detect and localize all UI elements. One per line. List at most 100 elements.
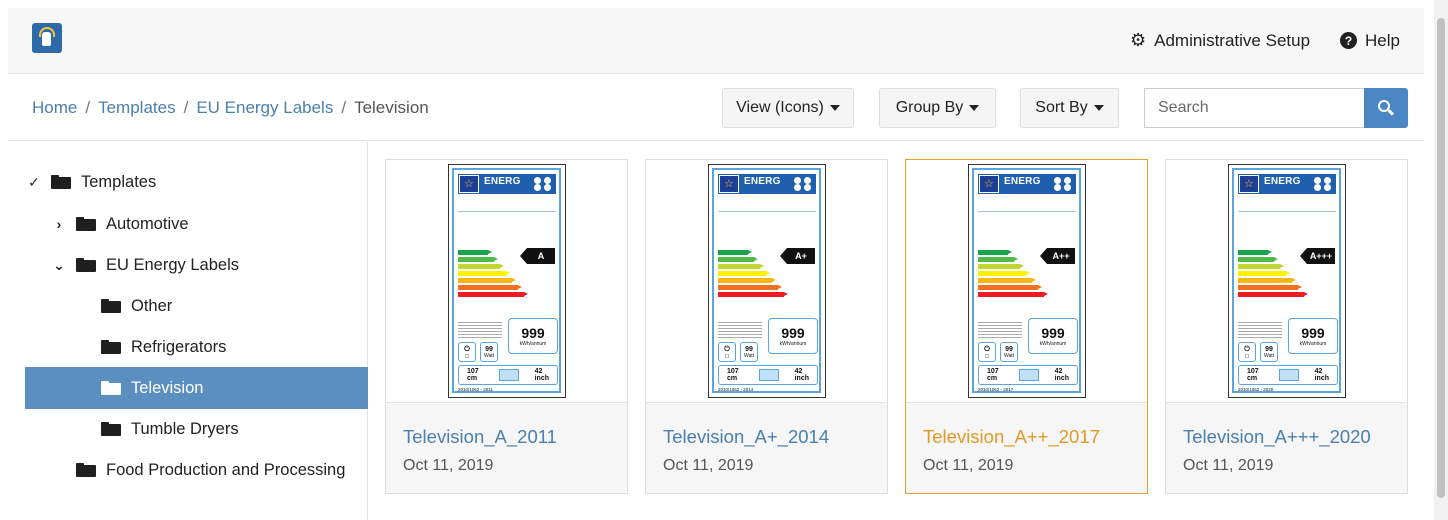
breadcrumb-eu-energy-labels[interactable]: EU Energy Labels — [196, 98, 333, 118]
tv-icon — [1279, 369, 1299, 381]
tree-item-label: Television — [131, 378, 204, 397]
card-title[interactable]: Television_A++_2017 — [923, 426, 1100, 448]
energy-class-arrow — [458, 250, 492, 255]
breadcrumb: Home / Templates / EU Energy Labels / Te… — [32, 98, 429, 118]
card-thumbnail[interactable]: ENERG A+ 999 kWh/annum ⏻☐ 99Watt — [646, 160, 887, 403]
energy-class-arrow — [458, 285, 522, 290]
breadcrumb-templates[interactable]: Templates — [98, 98, 175, 118]
energy-label-image: ENERG A++ 999 kWh/annum ⏻☐ 99Watt — [968, 164, 1086, 398]
energy-class-arrow — [1238, 257, 1278, 262]
tree-item-refrigerators[interactable]: Refrigerators — [25, 326, 368, 368]
tree-item-label: EU Energy Labels — [106, 255, 239, 274]
search-button[interactable] — [1364, 88, 1408, 128]
energy-class-arrow — [718, 285, 782, 290]
chevron-right-icon[interactable]: › — [50, 216, 68, 232]
folder-tree: ✓ Templates › Automotive ⌄ EU Energy Lab… — [8, 142, 368, 520]
energy-class-arrow — [1238, 292, 1308, 297]
card-date: Oct 11, 2019 — [1183, 457, 1274, 474]
scrollbar-thumb[interactable] — [1437, 18, 1445, 498]
folder-icon — [76, 258, 96, 272]
card-thumbnail[interactable]: ENERG A+++ 999 kWh/annum ⏻☐ 99Watt — [1166, 160, 1407, 403]
tree-item-templates[interactable]: ✓ Templates — [25, 161, 368, 203]
card-title[interactable]: Television_A+_2014 — [663, 426, 829, 448]
power-icon: ⏻ ☐ — [458, 342, 476, 362]
group-by-dropdown-button[interactable]: Group By — [879, 88, 996, 128]
energy-class-arrow — [718, 278, 776, 283]
folder-icon — [101, 381, 121, 395]
tv-icon — [759, 369, 779, 381]
folder-icon — [101, 422, 121, 436]
breadcrumb-separator: / — [85, 98, 91, 117]
energy-class-arrow — [458, 278, 516, 283]
top-navbar: ⚙ Administrative Setup ? Help — [8, 8, 1424, 74]
template-card[interactable]: ENERG A 999 kWh/annum ⏻☐ 99Watt — [385, 159, 628, 494]
energy-class-arrow — [978, 250, 1012, 255]
tree-item-label: Food Production and Processing — [106, 460, 346, 479]
watt-box: 99 Watt — [1260, 342, 1278, 362]
help-link[interactable]: ? Help — [1340, 31, 1400, 51]
energy-class-arrow — [718, 292, 788, 297]
breadcrumb-home[interactable]: Home — [32, 98, 77, 118]
tree-item-automotive[interactable]: › Automotive — [25, 203, 368, 245]
administrative-setup-link[interactable]: ⚙ Administrative Setup — [1130, 30, 1310, 51]
caret-down-icon — [1093, 105, 1104, 111]
search-input[interactable] — [1144, 88, 1364, 128]
eu-flag-icon — [459, 175, 479, 193]
energy-class-arrow — [1238, 264, 1284, 269]
tree-item-food-production[interactable]: Food Production and Processing — [25, 449, 368, 491]
energy-class-arrow — [458, 264, 504, 269]
chevron-down-icon[interactable]: ✓ — [25, 174, 43, 191]
app-logo[interactable] — [32, 23, 62, 53]
energy-rating-badge: A+ — [780, 248, 815, 264]
scrollbar[interactable] — [1434, 0, 1448, 520]
kwh-box: 999 kWh/annum — [508, 318, 558, 354]
power-icon: ⏻ ☐ — [718, 342, 736, 362]
size-box: 107 cm 42 inch — [458, 365, 558, 385]
tree-item-label: Refrigerators — [131, 337, 227, 356]
sort-by-dropdown-button[interactable]: Sort By — [1020, 88, 1119, 128]
tree-item-television[interactable]: Television — [25, 367, 368, 409]
card-thumbnail[interactable]: ENERG A++ 999 kWh/annum ⏻☐ 99Watt — [906, 160, 1147, 403]
tree-item-tumble-dryers[interactable]: Tumble Dryers — [25, 408, 368, 450]
eu-energy-header: ENERG — [718, 174, 816, 194]
gears-icon: ⚙ — [1129, 30, 1147, 50]
template-card[interactable]: ENERG A+++ 999 kWh/annum ⏻☐ 99Watt — [1165, 159, 1408, 494]
energy-label-image: ENERG A 999 kWh/annum ⏻☐ 99Watt — [448, 164, 566, 398]
tree-item-label: Tumble Dryers — [131, 419, 239, 438]
regulation-text: 2010/1062 - 2011 — [458, 387, 493, 392]
energy-class-arrow — [978, 278, 1036, 283]
card-thumbnail[interactable]: ENERG A 999 kWh/annum ⏻☐ 99Watt — [386, 160, 627, 403]
card-title[interactable]: Television_A+++_2020 — [1183, 426, 1371, 448]
caret-down-icon — [969, 105, 980, 111]
eu-energy-header: ENERG — [1238, 174, 1336, 194]
energy-class-arrow — [1238, 250, 1272, 255]
template-card[interactable]: ENERG A+ 999 kWh/annum ⏻☐ 99Watt — [645, 159, 888, 494]
tv-icon — [1019, 369, 1039, 381]
tree-item-other[interactable]: Other — [25, 285, 368, 327]
kwh-box: 999 kWh/annum — [1028, 318, 1078, 354]
energy-class-arrow — [978, 285, 1042, 290]
group-by-label: Group By — [895, 99, 964, 116]
template-card[interactable]: ENERG A++ 999 kWh/annum ⏻☐ 99Watt — [905, 159, 1148, 494]
tv-icon — [499, 369, 519, 381]
view-dropdown-button[interactable]: View (Icons) — [722, 88, 854, 128]
energ-text: ENERG — [484, 176, 521, 187]
energy-class-arrow — [458, 271, 510, 276]
energy-class-arrow — [1238, 285, 1302, 290]
power-icon: ⏻ ☐ — [1238, 342, 1256, 362]
energy-class-arrow — [458, 292, 528, 297]
chevron-down-icon[interactable]: ⌄ — [50, 257, 68, 274]
folder-icon — [76, 217, 96, 231]
energy-rating-badge: A++ — [1040, 248, 1075, 264]
tree-item-eu-energy-labels[interactable]: ⌄ EU Energy Labels — [25, 244, 368, 286]
caret-down-icon — [829, 105, 840, 111]
energy-class-arrow — [458, 257, 498, 262]
energy-rating-badge: A — [520, 248, 555, 264]
power-icon: ⏻ ☐ — [978, 342, 996, 362]
search-icon — [1378, 100, 1395, 116]
card-title[interactable]: Television_A_2011 — [403, 426, 557, 448]
toolbar: Home / Templates / EU Energy Labels / Te… — [8, 75, 1424, 141]
eu-energy-header: ENERG — [978, 174, 1076, 194]
energy-class-arrow — [718, 271, 770, 276]
regulation-text: 2010/1062 - 2014 — [718, 387, 754, 392]
